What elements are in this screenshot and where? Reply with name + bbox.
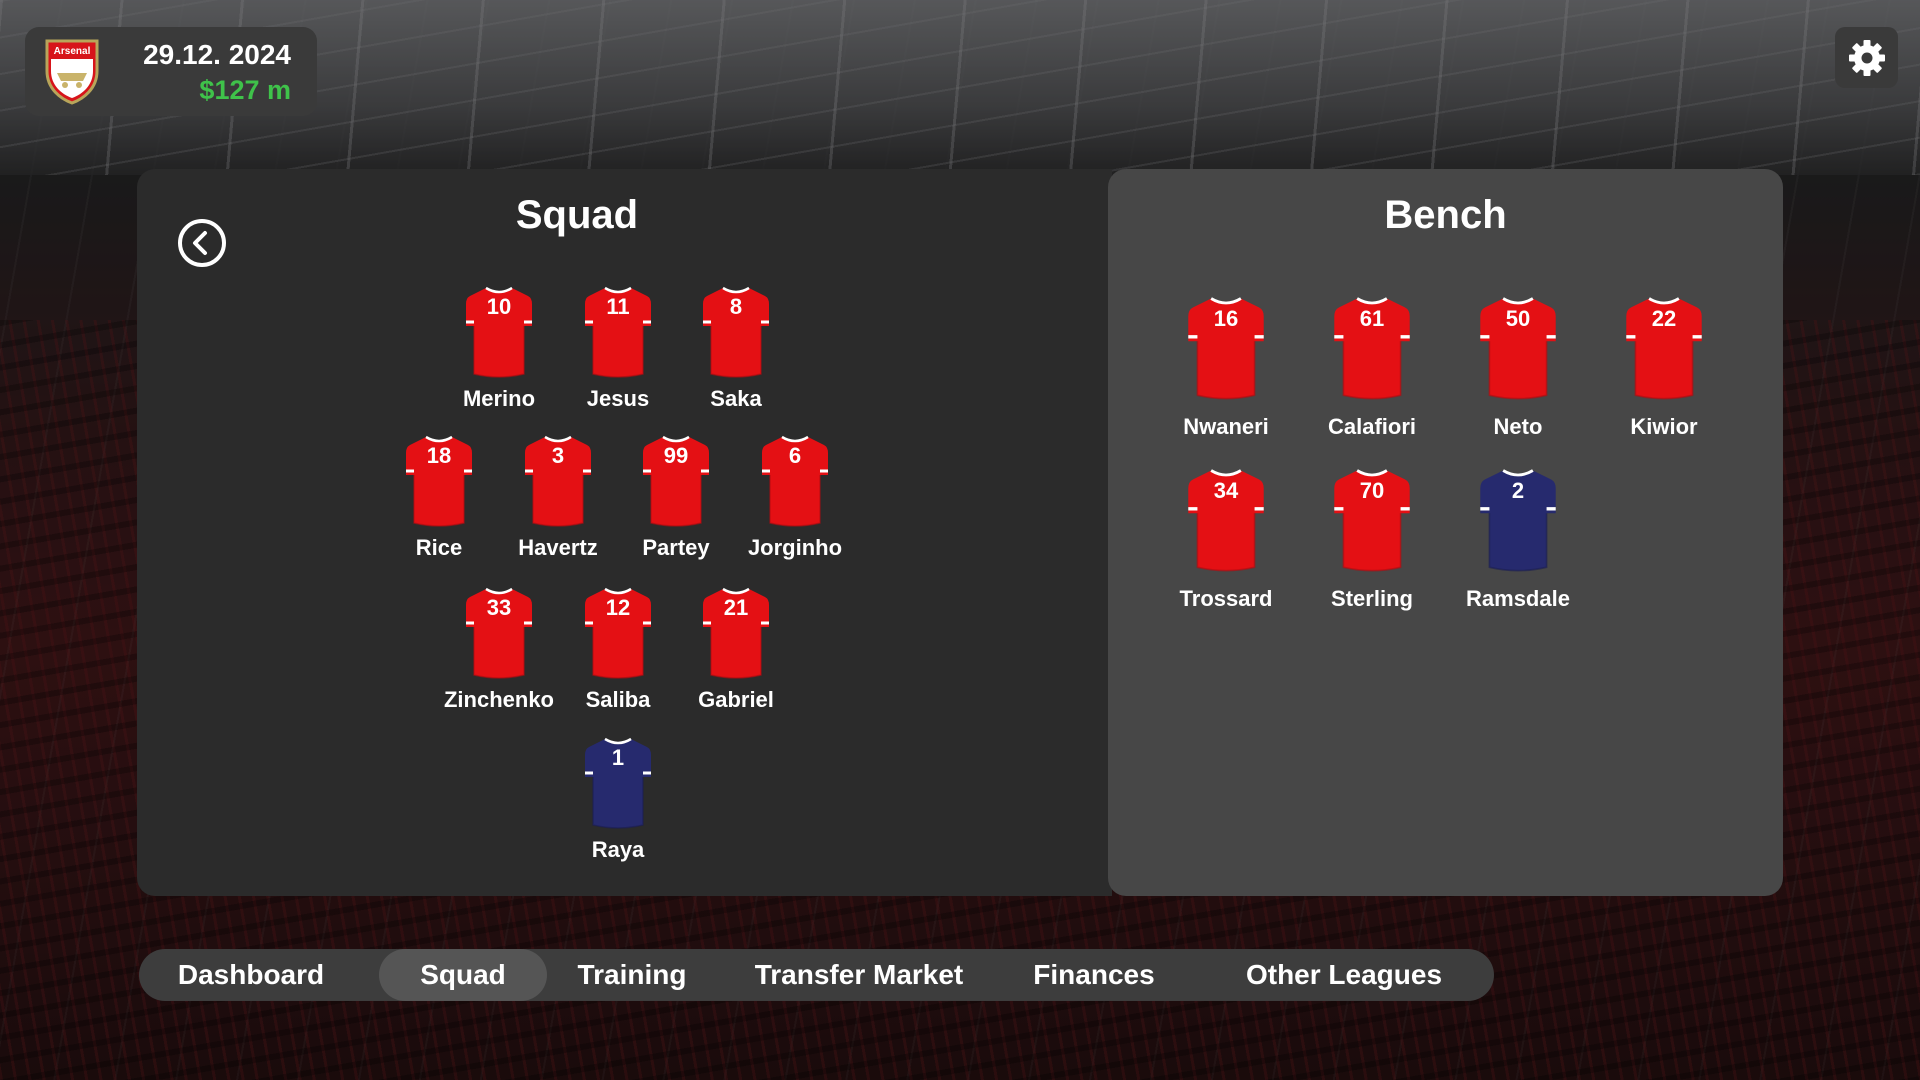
jersey-icon: 18: [404, 433, 474, 529]
jersey-number: 34: [1213, 478, 1239, 503]
crest-text: Arsenal: [54, 46, 91, 57]
bench-player-card[interactable]: 61 Calafiori: [1292, 294, 1452, 440]
jersey-icon: 61: [1332, 294, 1412, 402]
jersey-number: 50: [1505, 306, 1531, 331]
jersey-number: 99: [663, 443, 689, 468]
current-date: 29.12. 2024: [143, 39, 291, 70]
jersey-number: 61: [1359, 306, 1385, 331]
jersey-number: 16: [1213, 306, 1239, 331]
jersey-number: 33: [486, 595, 512, 620]
club-crest-icon: Arsenal: [45, 39, 99, 105]
player-name: Calafiori: [1327, 414, 1417, 439]
player-name: Neto: [1493, 414, 1543, 439]
jersey-icon: 6: [760, 433, 830, 529]
nav-squad[interactable]: Squad: [379, 949, 547, 1001]
jersey-number: 18: [426, 443, 452, 468]
main-nav: Dashboard Squad Training Transfer Market…: [139, 949, 1494, 1001]
player-name: Sterling: [1331, 586, 1413, 611]
jersey-number: 3: [551, 443, 565, 468]
settings-button[interactable]: [1835, 27, 1898, 88]
bench-panel: Bench 16 Nwaneri 61 Calafiori 50 Neto 22 Kiw…: [1108, 169, 1783, 896]
bench-player-card[interactable]: 50 Neto: [1438, 294, 1598, 440]
player-name: Gabriel: [698, 687, 774, 712]
squad-panel: Squad 10 Merino 11 Jesus 8 Saka 18 Rice 3 Hav…: [137, 169, 1112, 896]
gear-icon: [1848, 39, 1885, 76]
squad-player-card[interactable]: 8 Saka: [656, 284, 816, 412]
nav-finances[interactable]: Finances: [1009, 949, 1179, 1001]
squad-player-card[interactable]: 21 Gabriel: [656, 585, 816, 713]
jersey-number: 12: [605, 595, 631, 620]
jersey-number: 22: [1651, 306, 1677, 331]
jersey-icon: 99: [641, 433, 711, 529]
jersey-icon: 10: [464, 284, 534, 380]
player-name: Trossard: [1179, 586, 1273, 611]
jersey-number: 11: [606, 294, 630, 319]
jersey-icon: 34: [1186, 466, 1266, 574]
player-name: Jorginho: [747, 535, 843, 560]
squad-player-card[interactable]: 6 Jorginho: [715, 433, 875, 561]
jersey-number: 6: [788, 443, 802, 468]
nav-other-leagues[interactable]: Other Leagues: [1219, 949, 1469, 1001]
jersey-icon: 21: [701, 585, 771, 681]
bench-player-card[interactable]: 22 Kiwior: [1584, 294, 1744, 440]
jersey-icon: 50: [1478, 294, 1558, 402]
jersey-icon: 3: [523, 433, 593, 529]
jersey-number: 1: [611, 745, 625, 770]
nav-training[interactable]: Training: [557, 949, 707, 1001]
jersey-number: 2: [1511, 478, 1525, 503]
jersey-icon: 22: [1624, 294, 1704, 402]
jersey-icon: 16: [1186, 294, 1266, 402]
chevron-left-circle-icon: [178, 219, 226, 267]
jersey-number: 70: [1359, 478, 1385, 503]
jersey-icon: 12: [583, 585, 653, 681]
jersey-icon: 1: [583, 735, 653, 831]
bench-player-card[interactable]: 2 Ramsdale: [1438, 466, 1598, 612]
bench-title: Bench: [1384, 193, 1507, 237]
club-info-card: Arsenal 29.12. 2024 $127 m: [25, 27, 317, 116]
jersey-icon: 70: [1332, 466, 1412, 574]
player-name: Saka: [710, 386, 762, 411]
jersey-number: 21: [723, 595, 749, 620]
bench-player-card[interactable]: 34 Trossard: [1146, 466, 1306, 612]
jersey-icon: 2: [1478, 466, 1558, 574]
nav-dashboard[interactable]: Dashboard: [156, 949, 346, 1001]
player-name: Raya: [591, 837, 645, 862]
player-name: Ramsdale: [1466, 586, 1570, 611]
player-name: Nwaneri: [1183, 414, 1269, 439]
club-budget: $127 m: [199, 75, 291, 105]
player-name: Kiwior: [1630, 414, 1698, 439]
jersey-number: 8: [729, 294, 743, 319]
squad-player-card[interactable]: 1 Raya: [538, 735, 698, 863]
jersey-icon: 33: [464, 585, 534, 681]
nav-transfer-market[interactable]: Transfer Market: [739, 949, 979, 1001]
jersey-icon: 8: [701, 284, 771, 380]
bench-player-card[interactable]: 16 Nwaneri: [1146, 294, 1306, 440]
jersey-number: 10: [486, 294, 512, 319]
bench-player-card[interactable]: 70 Sterling: [1292, 466, 1452, 612]
jersey-icon: 11: [583, 284, 653, 380]
back-button[interactable]: [177, 218, 227, 268]
